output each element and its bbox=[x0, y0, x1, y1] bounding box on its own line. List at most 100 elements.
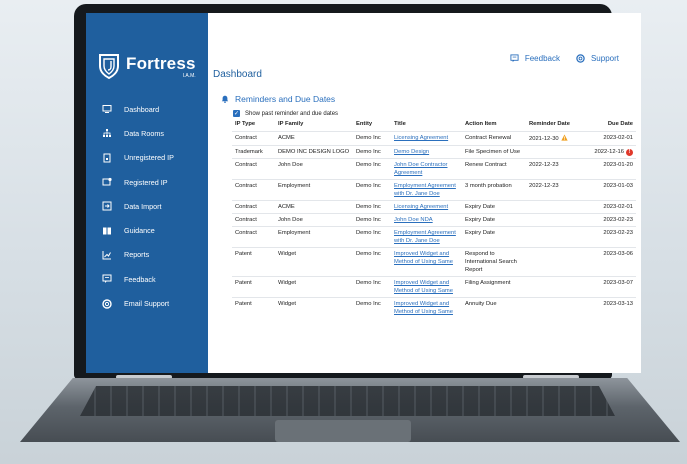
main-content: Feedback Support Dashboard Reminders and… bbox=[208, 13, 641, 373]
table-row[interactable]: Contract John Doe Demo Inc John Doe Cont… bbox=[232, 158, 636, 180]
show-past-toggle[interactable]: ✓ Show past reminder and due dates bbox=[233, 110, 338, 117]
cell-title-link[interactable]: Licensing Agreement bbox=[391, 131, 462, 146]
col-header-entity[interactable]: Entity bbox=[353, 117, 391, 132]
sidebar-item-label: Registered IP bbox=[124, 177, 168, 187]
cell-title-link[interactable]: Employment Agreement with Dr. Jane Doe bbox=[391, 226, 462, 248]
sidebar-item-unregistered-ip[interactable]: Unregistered IP bbox=[86, 146, 208, 170]
cell-due-date: 2023-02-01 bbox=[578, 200, 636, 214]
warning-icon bbox=[561, 134, 568, 141]
col-header-ip-family[interactable]: IP Family bbox=[275, 117, 353, 132]
cell-title-link[interactable]: Licensing Agreement bbox=[391, 200, 462, 214]
bell-icon bbox=[221, 95, 229, 103]
brand-name: Fortress bbox=[126, 53, 196, 73]
cell-action-item: Annuity Due bbox=[462, 297, 526, 318]
sidebar-item-guidance[interactable]: Guidance bbox=[86, 218, 208, 242]
sidebar-item-label: Email Support bbox=[124, 299, 170, 309]
cell-ip-family: Widget bbox=[275, 276, 353, 298]
cell-ip-type: Contract bbox=[232, 131, 275, 146]
cell-entity: Demo Inc bbox=[353, 145, 391, 159]
cell-action-item: Expiry Date bbox=[462, 213, 526, 227]
table-row[interactable]: Trademark DEMO INC DESIGN LOGO Demo Inc … bbox=[232, 145, 636, 159]
col-header-ip-type[interactable]: IP Type bbox=[232, 117, 275, 132]
cell-ip-family: Employment bbox=[275, 179, 353, 201]
alert-icon: ! bbox=[626, 149, 633, 156]
page-title: Dashboard bbox=[213, 69, 262, 80]
table-row[interactable]: Patent Widget Demo Inc Improved Widget a… bbox=[232, 247, 636, 277]
sidebar-item-feedback[interactable]: Feedback bbox=[86, 267, 208, 291]
checkbox-checked-icon[interactable]: ✓ bbox=[233, 110, 240, 117]
sidebar-item-reports[interactable]: Reports bbox=[86, 243, 208, 267]
table-row[interactable]: Patent Widget Demo Inc Improved Widget a… bbox=[232, 297, 636, 318]
cell-reminder-date bbox=[526, 200, 578, 214]
sidebar-item-email-support[interactable]: Email Support bbox=[86, 291, 208, 315]
cell-reminder-date: 2022-12-23 bbox=[526, 179, 578, 201]
shield-logo-icon bbox=[99, 54, 119, 79]
feedback-icon bbox=[102, 274, 112, 284]
cell-action-item: File Specimen of Use bbox=[462, 145, 526, 159]
col-header-due-date[interactable]: Due Date bbox=[578, 117, 636, 132]
cell-action-item: Expiry Date bbox=[462, 226, 526, 248]
lifebuoy-icon bbox=[576, 54, 585, 63]
sidebar-item-data-import[interactable]: Data Import bbox=[86, 194, 208, 218]
brand-logo[interactable]: Fortress I.A.M. bbox=[98, 53, 196, 79]
col-header-title[interactable]: Title bbox=[391, 117, 462, 132]
cell-due-date: 2023-03-13 bbox=[578, 297, 636, 318]
table-header-row: IP Type IP Family Entity Title Action It… bbox=[232, 117, 636, 132]
cell-ip-type: Contract bbox=[232, 213, 275, 227]
table-row[interactable]: Contract Employment Demo Inc Employment … bbox=[232, 179, 636, 201]
sidebar-item-label: Data Rooms bbox=[124, 128, 164, 138]
col-header-action-item[interactable]: Action Item bbox=[462, 117, 526, 132]
support-link[interactable]: Support bbox=[576, 54, 619, 63]
app-screen: Fortress I.A.M. Dashboard Data Rooms Unr… bbox=[86, 13, 641, 373]
cell-title-link[interactable]: John Doe Contractor Agreement bbox=[391, 158, 462, 180]
cell-title-link[interactable]: Improved Widget and Method of Using Same bbox=[391, 276, 462, 298]
cell-ip-family: Widget bbox=[275, 247, 353, 277]
section-header: Reminders and Due Dates bbox=[221, 94, 335, 104]
cell-due-date: 2023-02-23 bbox=[578, 226, 636, 248]
reminders-table: IP Type IP Family Entity Title Action It… bbox=[232, 117, 636, 318]
cell-ip-type: Contract bbox=[232, 200, 275, 214]
cell-entity: Demo Inc bbox=[353, 247, 391, 277]
topbar: Feedback Support bbox=[494, 54, 619, 63]
feedback-link[interactable]: Feedback bbox=[510, 54, 560, 63]
cell-title-link[interactable]: Employment Agreement with Dr. Jane Doe bbox=[391, 179, 462, 201]
feedback-icon bbox=[510, 54, 519, 63]
sidebar-item-dashboard[interactable]: Dashboard bbox=[86, 97, 208, 121]
cell-title-link[interactable]: Improved Widget and Method of Using Same bbox=[391, 247, 462, 277]
laptop-trackpad bbox=[275, 420, 411, 442]
cell-due-date: 2022-12-16! bbox=[578, 145, 636, 159]
cell-reminder-date bbox=[526, 247, 578, 277]
cell-action-item: 3 month probation bbox=[462, 179, 526, 201]
cell-ip-type: Patent bbox=[232, 247, 275, 277]
table-row[interactable]: Contract John Doe Demo Inc John Doe NDA … bbox=[232, 213, 636, 227]
sidebar-item-registered-ip[interactable]: Registered IP bbox=[86, 170, 208, 194]
chart-icon bbox=[102, 250, 112, 260]
table-row[interactable]: Contract Employment Demo Inc Employment … bbox=[232, 226, 636, 248]
cell-title-link[interactable]: Improved Widget and Method of Using Same bbox=[391, 297, 462, 318]
document-lock-icon bbox=[102, 153, 112, 163]
cell-due-date: 2023-03-06 bbox=[578, 247, 636, 277]
cell-action-item: Contract Renewal bbox=[462, 131, 526, 146]
book-icon bbox=[102, 226, 112, 236]
sidebar: Fortress I.A.M. Dashboard Data Rooms Unr… bbox=[86, 13, 208, 373]
cell-entity: Demo Inc bbox=[353, 297, 391, 318]
cell-reminder-date: 2021-12-30 bbox=[526, 131, 578, 146]
table-row[interactable]: Contract ACME Demo Inc Licensing Agreeme… bbox=[232, 131, 636, 146]
table-row[interactable]: Patent Widget Demo Inc Improved Widget a… bbox=[232, 276, 636, 298]
col-header-reminder-date[interactable]: Reminder Date bbox=[526, 117, 578, 132]
cell-reminder-date bbox=[526, 213, 578, 227]
cell-title-link[interactable]: John Doe NDA bbox=[391, 213, 462, 227]
sidebar-item-data-rooms[interactable]: Data Rooms bbox=[86, 121, 208, 145]
cell-due-date: 2023-01-03 bbox=[578, 179, 636, 201]
cell-entity: Demo Inc bbox=[353, 131, 391, 146]
cell-ip-family: ACME bbox=[275, 131, 353, 146]
cell-title-link[interactable]: Demo Design bbox=[391, 145, 462, 159]
import-icon bbox=[102, 201, 112, 211]
cell-ip-type: Contract bbox=[232, 179, 275, 201]
lifebuoy-icon bbox=[102, 298, 112, 309]
table-row[interactable]: Contract ACME Demo Inc Licensing Agreeme… bbox=[232, 200, 636, 214]
cell-reminder-date bbox=[526, 226, 578, 248]
org-chart-icon bbox=[102, 128, 112, 138]
monitor-icon bbox=[102, 104, 112, 114]
cell-entity: Demo Inc bbox=[353, 226, 391, 248]
